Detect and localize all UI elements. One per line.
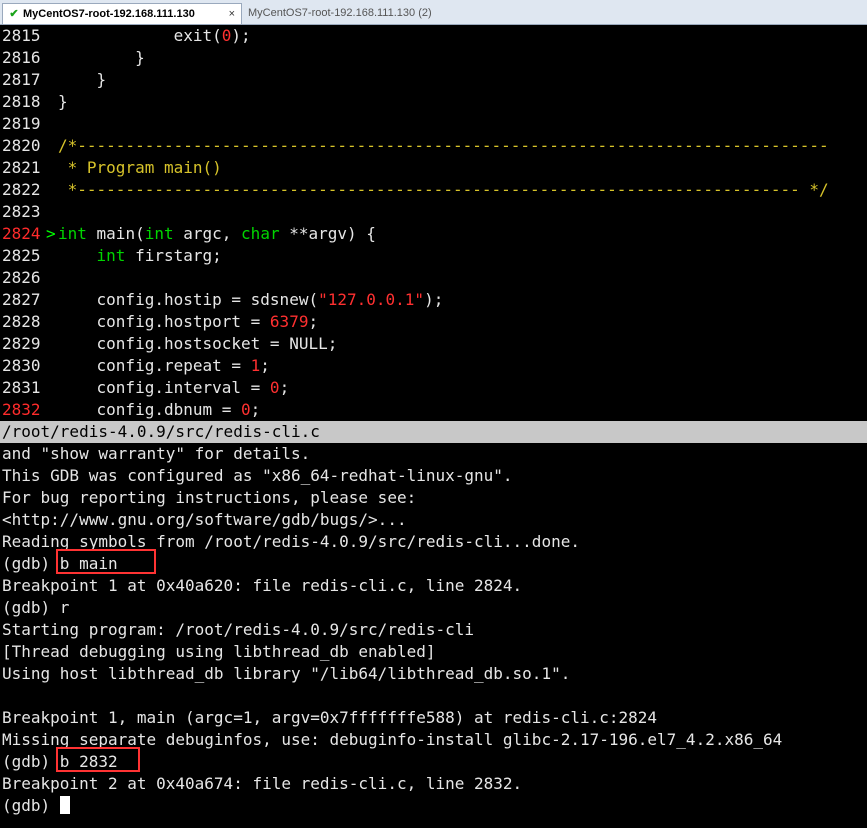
source-code-text: config.repeat = 1; <box>58 356 270 375</box>
source-line: 2816 } <box>0 47 867 69</box>
tab-session-1[interactable]: ✔ MyCentOS7-root-192.168.111.130 × <box>2 3 242 24</box>
line-number: 2830 <box>2 356 41 375</box>
console-line: Using host libthread_db library "/lib64/… <box>2 664 571 683</box>
source-code-text: config.dbnum = 0; <box>58 400 261 419</box>
line-number: 2829 <box>2 334 41 353</box>
console-line: and "show warranty" for details. <box>2 444 311 463</box>
text-cursor <box>59 796 70 814</box>
highlight-box-b-main <box>56 549 156 574</box>
source-line: 2830 config.repeat = 1; <box>0 355 867 377</box>
console-line: (gdb) <box>2 795 70 817</box>
line-number: 2819 <box>2 114 41 133</box>
line-number: 2822 <box>2 180 41 199</box>
source-line: 2815 exit(0); <box>0 25 867 47</box>
source-code-text: config.hostsocket = NULL; <box>58 334 338 353</box>
source-line: 2822 *----------------------------------… <box>0 179 867 201</box>
console-line: Breakpoint 1 at 0x40a620: file redis-cli… <box>2 576 523 595</box>
source-line: 2820 /*----------------------------------… <box>0 135 867 157</box>
console-line: For bug reporting instructions, please s… <box>2 488 417 507</box>
source-code-text: } <box>58 48 145 67</box>
tab-bar: ✔ MyCentOS7-root-192.168.111.130 × ◙MyCen… <box>0 0 867 828</box>
console-line: <http://www.gnu.org/software/gdb/bugs/>.… <box>2 510 407 529</box>
close-tab-icon[interactable]: × <box>229 4 235 25</box>
source-line: 2831 config.interval = 0; <box>0 377 867 399</box>
line-number: 2824 <box>2 224 41 243</box>
line-number: 2821 <box>2 158 41 177</box>
tab-session-2[interactable]: ◙MyCentOS7-root-192.168.111.130 (2) <box>246 3 486 828</box>
console-line: (gdb) r <box>2 598 70 617</box>
source-line: 2823 <box>0 201 867 223</box>
line-number: 2823 <box>2 202 41 221</box>
line-number: 2825 <box>2 246 41 265</box>
source-code-text: int main(int argc, char **argv) { <box>58 224 376 243</box>
current-line-arrow-icon: > <box>46 224 56 243</box>
source-code-text: *---------------------------------------… <box>58 180 829 199</box>
source-code-text: exit(0); <box>58 26 251 45</box>
source-line: 2829 config.hostsocket = NULL; <box>0 333 867 355</box>
source-line: 2817 } <box>0 69 867 91</box>
source-code-text: config.interval = 0; <box>58 378 290 397</box>
source-line: 2825 int firstarg; <box>0 245 867 267</box>
source-line: 2819 <box>0 113 867 135</box>
console-line: [Thread debugging using libthread_db ena… <box>2 642 436 661</box>
line-number: 2832 <box>2 400 41 419</box>
source-code-text: * Program main() <box>58 158 222 177</box>
tab-label: MyCentOS7-root-192.168.111.130 <box>23 8 195 20</box>
source-line: 2824 > int main(int argc, char **argv) { <box>0 223 867 245</box>
check-icon: ✔ <box>9 8 19 20</box>
line-number: 2817 <box>2 70 41 89</box>
line-number: 2815 <box>2 26 41 45</box>
source-file-status-bar: /root/redis-4.0.9/src/redis-cli.c <box>0 421 867 443</box>
line-number: 2827 <box>2 290 41 309</box>
source-code-text: } <box>58 92 68 111</box>
tab-label: MyCentOS7-root-192.168.111.130 (2) <box>248 7 432 19</box>
source-code-text: int firstarg; <box>96 246 222 265</box>
source-line: 2828 config.hostport = 6379; <box>0 311 867 333</box>
console-line: Breakpoint 1, main (argc=1, argv=0x7ffff… <box>2 708 658 727</box>
console-line: This GDB was configured as "x86_64-redha… <box>2 466 513 485</box>
line-number: 2831 <box>2 378 41 397</box>
source-code-text: config.hostip = sdsnew("127.0.0.1"); <box>58 290 444 309</box>
console-line: Starting program: /root/redis-4.0.9/src/… <box>2 620 475 639</box>
source-code-text: } <box>58 70 107 89</box>
source-code-text: config.hostport = 6379; <box>58 312 319 331</box>
line-number: 2828 <box>2 312 41 331</box>
highlight-box-b-2832 <box>56 747 140 772</box>
line-number: 2820 <box>2 136 41 155</box>
line-number: 2826 <box>2 268 41 287</box>
console-line: Breakpoint 2 at 0x40a674: file redis-cli… <box>2 774 523 793</box>
source-line: 2826 <box>0 267 867 289</box>
source-line: 2827 config.hostip = sdsnew("127.0.0.1")… <box>0 289 867 311</box>
source-line: 2821 * Program main() <box>0 157 867 179</box>
source-code-text: /*--------------------------------------… <box>58 136 829 155</box>
terminal-window[interactable]: 2815 exit(0); 2816 } 2817 } 2818} 2819 2820/*… <box>0 25 867 825</box>
line-number: 2818 <box>2 92 41 111</box>
source-line: 2818} <box>0 91 867 113</box>
source-line: 2832 config.dbnum = 0; <box>0 399 867 421</box>
line-number: 2816 <box>2 48 41 67</box>
